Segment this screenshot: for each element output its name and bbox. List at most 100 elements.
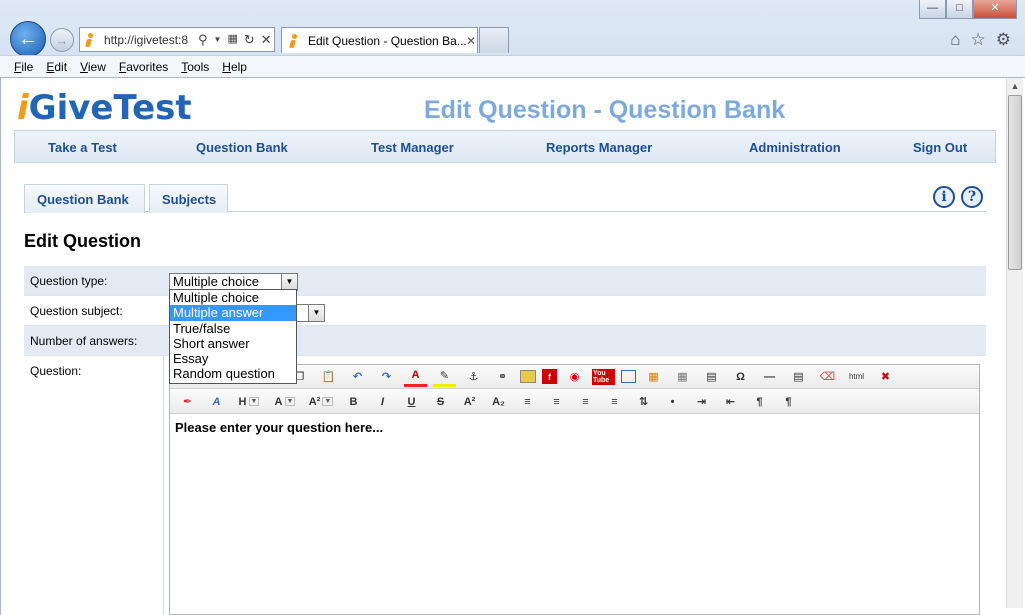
option-multiple-choice[interactable]: Multiple choice bbox=[170, 290, 296, 305]
tab-favicon-icon bbox=[288, 33, 302, 48]
option-short-answer[interactable]: Short answer bbox=[170, 336, 296, 351]
link-icon[interactable]: ⚭ bbox=[491, 367, 514, 387]
gear-icon[interactable]: ⚙ bbox=[996, 30, 1011, 50]
paragraph-rtl-icon[interactable]: ¶ bbox=[777, 392, 800, 412]
option-essay[interactable]: Essay bbox=[170, 351, 296, 366]
new-tab-button[interactable] bbox=[479, 27, 509, 53]
question-subject-label: Question subject: bbox=[30, 304, 123, 318]
minimize-button[interactable]: — bbox=[919, 0, 946, 19]
search-icon[interactable]: ⚲ bbox=[198, 32, 208, 48]
html-source-icon[interactable]: html bbox=[845, 367, 868, 387]
help-question-icon[interactable]: ? bbox=[961, 186, 983, 208]
favorites-star-icon[interactable]: ☆ bbox=[971, 30, 986, 50]
image-icon[interactable] bbox=[520, 370, 536, 383]
maximize-button[interactable]: □ bbox=[946, 0, 973, 19]
option-random-question[interactable]: Random question bbox=[170, 366, 296, 381]
nav-reports-manager[interactable]: Reports Manager bbox=[546, 140, 652, 155]
undo-icon[interactable]: ↶ bbox=[346, 367, 369, 387]
align-justify-icon[interactable]: ≡ bbox=[603, 392, 626, 412]
vertical-scrollbar[interactable]: ▲ bbox=[1006, 78, 1023, 608]
chevron-down-icon: ▼ bbox=[284, 397, 296, 406]
tab-subjects[interactable]: Subjects bbox=[149, 184, 228, 213]
subscript-button[interactable]: A₂ bbox=[487, 392, 510, 412]
scroll-up-icon[interactable]: ▲ bbox=[1007, 78, 1023, 95]
delete-icon[interactable]: ✖ bbox=[874, 367, 897, 387]
dropdown-arrow-icon[interactable]: ▼ bbox=[214, 32, 222, 48]
align-left-icon[interactable]: ≡ bbox=[516, 392, 539, 412]
question-text-area[interactable]: Please enter your question here... bbox=[175, 420, 383, 435]
menu-view[interactable]: View bbox=[80, 60, 106, 74]
nav-test-manager[interactable]: Test Manager bbox=[371, 140, 454, 155]
close-window-button[interactable]: ✕ bbox=[973, 0, 1017, 19]
scrollbar-thumb[interactable] bbox=[1008, 95, 1022, 270]
anchor-icon[interactable]: ⚓ bbox=[462, 367, 485, 387]
chevron-down-icon[interactable]: ▼ bbox=[308, 305, 324, 321]
close-tab-icon[interactable]: ✕ bbox=[466, 34, 476, 48]
nav-sign-out[interactable]: Sign Out bbox=[913, 140, 967, 155]
table-icon[interactable] bbox=[621, 370, 636, 383]
paste-icon[interactable]: 📋 bbox=[317, 367, 340, 387]
media-icon[interactable]: ◉ bbox=[563, 367, 586, 387]
menu-favorites[interactable]: Favorites bbox=[119, 60, 168, 74]
info-icon[interactable]: i bbox=[933, 186, 955, 208]
address-bar[interactable]: http://igivetest:8 ⚲ ▼ ▦ ↻ ✕ bbox=[79, 27, 275, 52]
address-url[interactable]: http://igivetest:8 bbox=[104, 33, 194, 47]
superscript-button[interactable]: A² bbox=[458, 392, 481, 412]
tab-question-bank[interactable]: Question Bank bbox=[24, 184, 145, 213]
align-center-icon[interactable]: ≡ bbox=[545, 392, 568, 412]
menu-file[interactable]: File bbox=[14, 60, 33, 74]
page-viewport: iGiveTest Edit Question - Question Bank … bbox=[0, 78, 1025, 615]
grid-icon[interactable]: ▦ bbox=[671, 367, 694, 387]
template-icon[interactable]: ▤ bbox=[700, 367, 723, 387]
stop-icon[interactable]: ✕ bbox=[261, 32, 272, 48]
ordered-list-icon[interactable]: ⇅ bbox=[632, 392, 655, 412]
home-icon[interactable]: ⌂ bbox=[950, 30, 960, 50]
chevron-down-icon[interactable]: ▼ bbox=[281, 274, 297, 290]
youtube-icon[interactable]: You Tube bbox=[592, 367, 615, 387]
italic-button[interactable]: I bbox=[371, 392, 394, 412]
table-insert-icon[interactable]: ▦ bbox=[642, 367, 665, 387]
back-button[interactable]: ← bbox=[10, 21, 46, 57]
flash-icon[interactable]: f bbox=[542, 369, 557, 384]
chevron-down-icon: ▼ bbox=[248, 397, 260, 406]
align-right-icon[interactable]: ≡ bbox=[574, 392, 597, 412]
nav-take-a-test[interactable]: Take a Test bbox=[48, 140, 117, 155]
horizontal-rule-icon[interactable]: — bbox=[758, 367, 781, 387]
nav-question-bank[interactable]: Question Bank bbox=[196, 140, 288, 155]
nav-administration[interactable]: Administration bbox=[749, 140, 841, 155]
menu-tools[interactable]: Tools bbox=[181, 60, 209, 74]
underline-button[interactable]: U bbox=[400, 392, 423, 412]
eraser-icon[interactable]: ⌫ bbox=[816, 367, 839, 387]
rich-text-editor: ❐ 📋 ↶ ↷ A ✎ ⚓ ⚭ f ◉ You Tube ▦ ▦ ▤ Ω — ▤… bbox=[169, 364, 980, 615]
page-title: Edit Question - Question Bank bbox=[424, 96, 786, 124]
heading-select[interactable]: H ▼ bbox=[234, 392, 264, 412]
page-break-icon[interactable]: ▤ bbox=[787, 367, 810, 387]
text-size-select[interactable]: A² ▼ bbox=[306, 392, 336, 412]
menu-help[interactable]: Help bbox=[222, 60, 247, 74]
browser-tab-active[interactable]: Edit Question - Question Ba... ✕ bbox=[281, 27, 478, 53]
menu-bar: File Edit View Favorites Tools Help bbox=[0, 55, 1025, 77]
font-size-select[interactable]: A ▼ bbox=[270, 392, 300, 412]
special-char-icon[interactable]: Ω bbox=[729, 367, 752, 387]
paragraph-ltr-icon[interactable]: ¶ bbox=[748, 392, 771, 412]
column-divider bbox=[163, 356, 164, 615]
option-true-false[interactable]: True/false bbox=[170, 321, 296, 336]
site-favicon-icon bbox=[84, 32, 98, 47]
highlight-color-icon[interactable]: ✎ bbox=[433, 367, 456, 387]
unordered-list-icon[interactable]: • bbox=[661, 392, 684, 412]
strikethrough-button[interactable]: S bbox=[429, 392, 452, 412]
indent-icon[interactable]: ⇥ bbox=[690, 392, 713, 412]
igivetest-logo[interactable]: iGiveTest bbox=[17, 88, 192, 128]
sub-tabs: Question Bank Subjects bbox=[24, 184, 986, 213]
outdent-icon[interactable]: ⇤ bbox=[719, 392, 742, 412]
redo-icon[interactable]: ↷ bbox=[375, 367, 398, 387]
font-color-icon[interactable]: A bbox=[404, 367, 427, 387]
menu-edit[interactable]: Edit bbox=[46, 60, 67, 74]
refresh-icon[interactable]: ↻ bbox=[244, 32, 255, 48]
brush-icon[interactable]: ✒ bbox=[176, 392, 199, 412]
bold-button[interactable]: B bbox=[342, 392, 365, 412]
forward-button[interactable]: → bbox=[50, 28, 74, 52]
text-style-icon[interactable]: A bbox=[205, 392, 228, 412]
option-multiple-answer[interactable]: Multiple answer bbox=[170, 305, 296, 321]
compatibility-view-icon[interactable]: ▦ bbox=[227, 32, 237, 48]
